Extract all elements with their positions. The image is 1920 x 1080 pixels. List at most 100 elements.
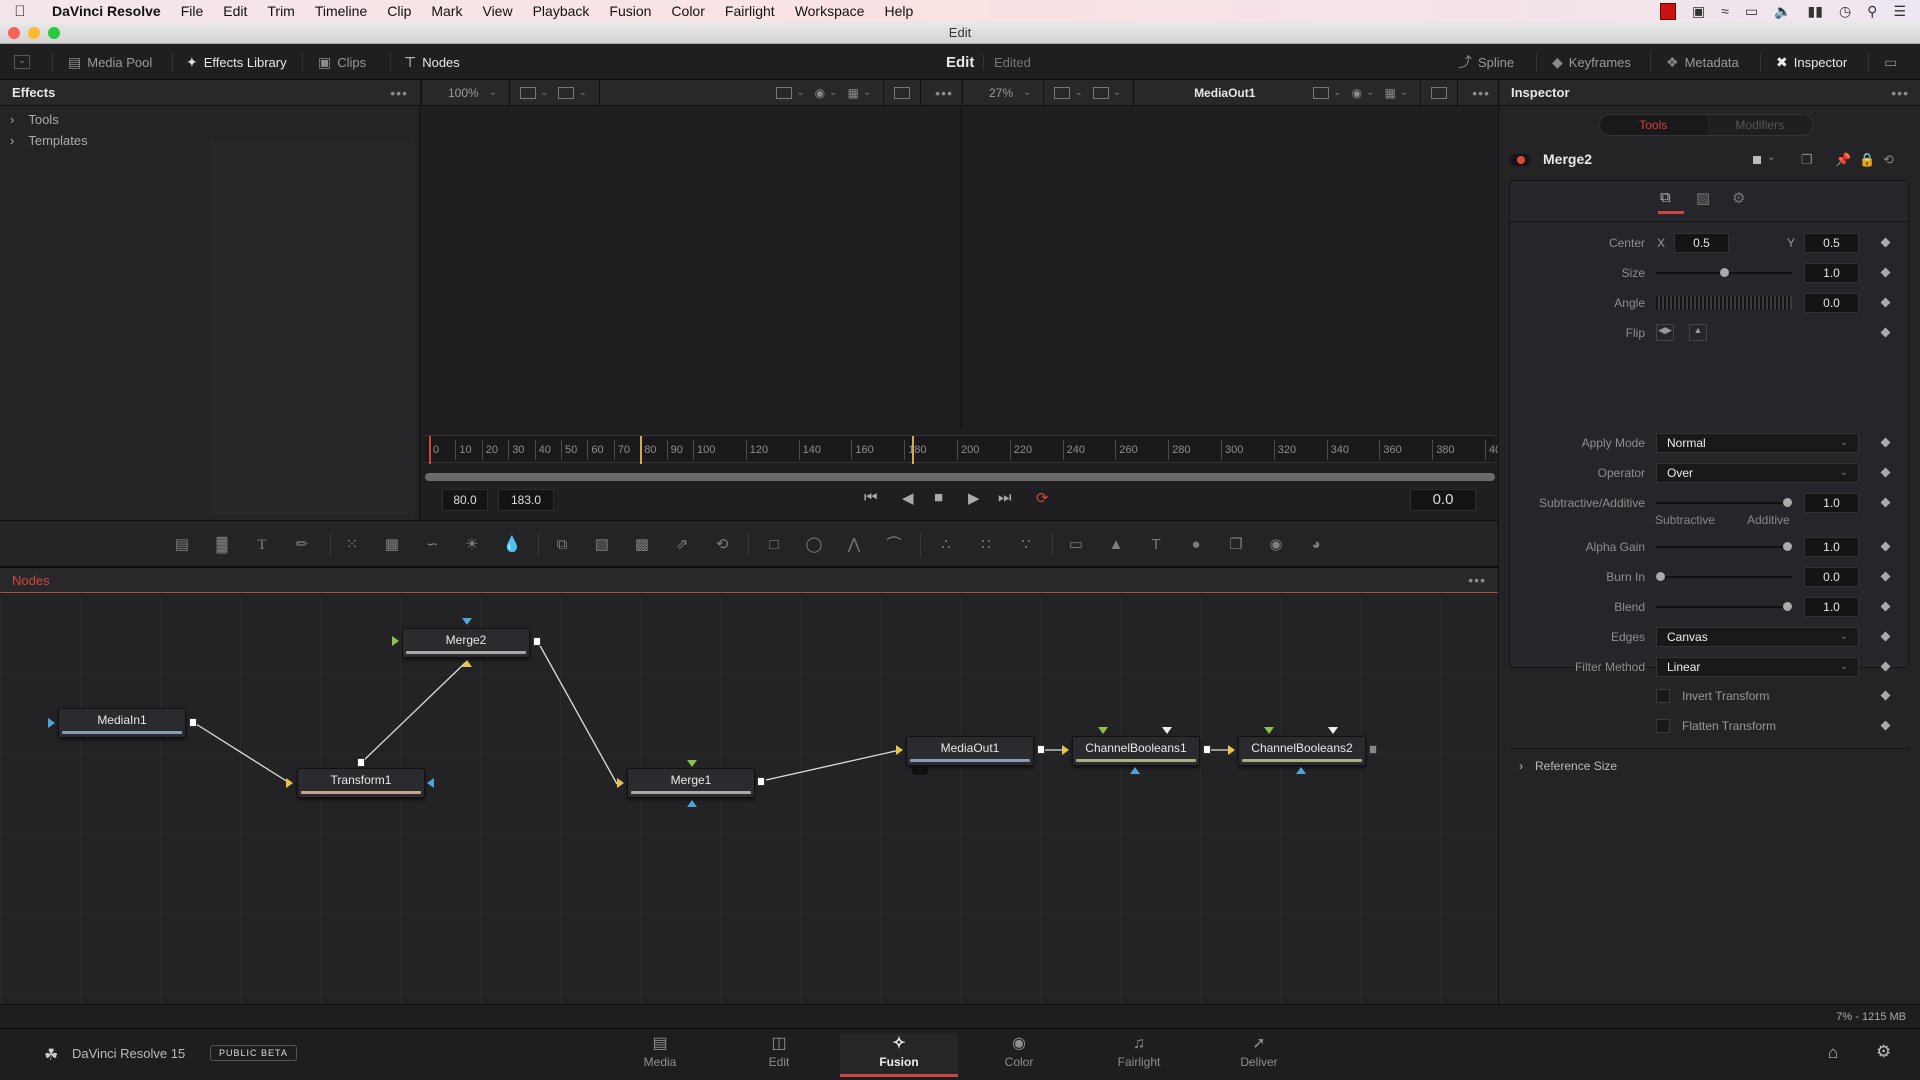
center-x-field[interactable]: 0.5 — [1674, 233, 1729, 253]
viewer-layout-icon[interactable] — [558, 86, 575, 99]
viewer-left-options-icon[interactable]: ••• — [935, 85, 953, 101]
mask-input-port[interactable] — [687, 800, 697, 807]
alpha-gain-slider[interactable] — [1656, 542, 1792, 551]
menu-view[interactable]: View — [472, 3, 522, 19]
keyframes-button[interactable]: ◆ Keyframes — [1552, 44, 1631, 80]
burn-in-slider[interactable] — [1656, 572, 1792, 581]
pmerge-icon[interactable]: ∵ — [1016, 535, 1036, 555]
page-edit[interactable]: ◫ Edit — [720, 1033, 838, 1077]
nodes-options-icon[interactable]: ••• — [1468, 572, 1486, 588]
chevron-down-icon[interactable]: ⌄ — [829, 87, 837, 98]
chevron-down-icon[interactable]: ⌄ — [1113, 87, 1121, 98]
media-pool-button[interactable]: ▤ Media Pool — [68, 44, 152, 80]
slider-knob[interactable] — [1783, 602, 1792, 611]
timeline-scrollbar[interactable] — [425, 473, 1495, 481]
split-wipe-icon[interactable] — [1054, 86, 1071, 99]
workspace-toggle-button[interactable]: ⌄ — [14, 44, 30, 80]
checker-icon[interactable] — [1313, 86, 1330, 99]
flip-horizontal-button[interactable]: ◀▶ — [1656, 324, 1674, 341]
prender-icon[interactable]: ∷ — [976, 535, 996, 555]
viewer-right-zoom[interactable]: 27% — [989, 86, 1013, 100]
blend-slider[interactable] — [1656, 602, 1792, 611]
tab-modifiers[interactable]: Modifiers — [1707, 115, 1814, 135]
tree-item-templates[interactable]: › Templates — [10, 133, 88, 148]
pemitter-icon[interactable]: ∴ — [936, 535, 956, 555]
color-channel-icon[interactable]: ◉ — [1352, 86, 1362, 100]
current-time-field[interactable]: 0.0 — [1410, 489, 1476, 511]
clips-button[interactable]: ▣ Clips — [318, 44, 366, 80]
roi-icon[interactable] — [1431, 86, 1448, 99]
viewer-left-canvas[interactable] — [421, 106, 961, 431]
fullscreen-toggle-button[interactable]: ▭ — [1884, 44, 1897, 80]
keyframe-diamond-icon[interactable] — [1880, 631, 1891, 642]
chevron-down-icon[interactable]: ⌄ — [1074, 87, 1082, 98]
spline-button[interactable]: ⤴ Spline — [1458, 44, 1514, 80]
render-end-field[interactable]: 183.0 — [498, 489, 554, 511]
alpha-gain-field[interactable]: 1.0 — [1804, 537, 1859, 557]
menu-fairlight[interactable]: Fairlight — [715, 3, 785, 19]
page-color[interactable]: ◉ Color — [960, 1033, 1078, 1077]
blend-field[interactable]: 1.0 — [1804, 597, 1859, 617]
text-3d-icon[interactable]: T — [1146, 535, 1166, 555]
keyframe-diamond-icon[interactable] — [1880, 720, 1891, 731]
render-end-marker[interactable] — [912, 436, 915, 464]
screen-record-icon[interactable] — [1659, 2, 1676, 20]
background-port[interactable] — [462, 660, 472, 667]
menu-edit[interactable]: Edit — [213, 3, 257, 19]
angle-field[interactable]: 0.0 — [1804, 293, 1859, 313]
input-port[interactable] — [896, 745, 903, 755]
rectangle-mask-icon[interactable]: □ — [764, 535, 784, 555]
input-port[interactable] — [1062, 745, 1069, 755]
home-icon[interactable]: ⌂ — [1828, 1043, 1838, 1063]
node-merge2[interactable]: Merge2 — [402, 628, 530, 658]
minimize-window-button[interactable] — [28, 27, 40, 39]
input-port[interactable] — [48, 718, 55, 728]
tab-tools[interactable]: Tools — [1600, 115, 1707, 135]
gear-icon[interactable]: ⚙ — [1876, 1042, 1891, 1062]
blur-tool-icon[interactable]: 💧 — [502, 535, 522, 555]
chevron-down-icon[interactable]: ⌄ — [489, 87, 497, 98]
keyframe-diamond-icon[interactable] — [1880, 237, 1891, 248]
edges-dropdown[interactable]: Canvas ⌄ — [1656, 627, 1859, 647]
node-channelbooleans1[interactable]: ChannelBooleans1 — [1072, 736, 1200, 766]
node-merge1[interactable]: Merge1 — [627, 768, 755, 798]
inspector-options-icon[interactable]: ••• — [1891, 85, 1909, 101]
settings-tab-icon[interactable]: ⚙ — [1732, 189, 1745, 207]
merge-3d-icon[interactable]: ● — [1186, 535, 1206, 555]
viewer-layout-icon[interactable] — [1092, 86, 1109, 99]
keyframe-diamond-icon[interactable] — [1880, 571, 1891, 582]
effects-options-icon[interactable]: ••• — [390, 85, 408, 101]
operator-dropdown[interactable]: Over ⌄ — [1656, 463, 1859, 483]
flatten-transform-checkbox[interactable] — [1656, 719, 1670, 733]
battery-icon[interactable]: ▮▮ — [1808, 3, 1823, 20]
node-transform1[interactable]: Transform1 — [297, 768, 425, 798]
output-port[interactable] — [357, 758, 365, 767]
versions-icon[interactable]: ❐ — [1801, 152, 1813, 168]
foreground-port[interactable] — [1264, 727, 1274, 734]
chevron-down-icon[interactable]: ⌄ — [1023, 87, 1031, 98]
clock-icon[interactable]: ◷ — [1839, 3, 1851, 20]
go-to-start-button[interactable]: ⏮ — [864, 489, 878, 506]
output-port[interactable] — [757, 777, 765, 786]
mask-input-port[interactable] — [1296, 767, 1306, 774]
node-color-swatch[interactable] — [1753, 156, 1761, 164]
chevron-down-icon[interactable]: ⌄ — [578, 87, 586, 98]
slider-knob[interactable] — [1783, 498, 1792, 507]
viewer-left-zoom[interactable]: 100% — [448, 86, 479, 100]
viewer-right-canvas[interactable] — [962, 106, 1498, 431]
polygon-mask-icon[interactable]: ⋀ — [844, 535, 864, 555]
slider-knob[interactable] — [1656, 572, 1665, 581]
app-menu[interactable]: DaVinci Resolve — [40, 3, 171, 19]
effects-library-button[interactable]: ✦ Effects Library — [186, 44, 287, 80]
spotlight-search-icon[interactable]: ⚲ — [1867, 3, 1877, 20]
nodes-button[interactable]: ⊤ Nodes — [404, 44, 460, 80]
keyframe-diamond-icon[interactable] — [1880, 267, 1891, 278]
fast-noise-tool-icon[interactable]: ▓ — [212, 535, 232, 555]
keyframe-diamond-icon[interactable] — [1880, 327, 1891, 338]
grid-icon[interactable]: ▦ — [848, 86, 859, 100]
notification-center-icon[interactable]: ☰ — [1893, 3, 1906, 20]
size-slider[interactable] — [1656, 268, 1792, 277]
foreground-port[interactable] — [687, 760, 697, 767]
mask-input-port[interactable] — [462, 618, 472, 625]
flip-vertical-button[interactable]: ▲ — [1689, 324, 1707, 341]
